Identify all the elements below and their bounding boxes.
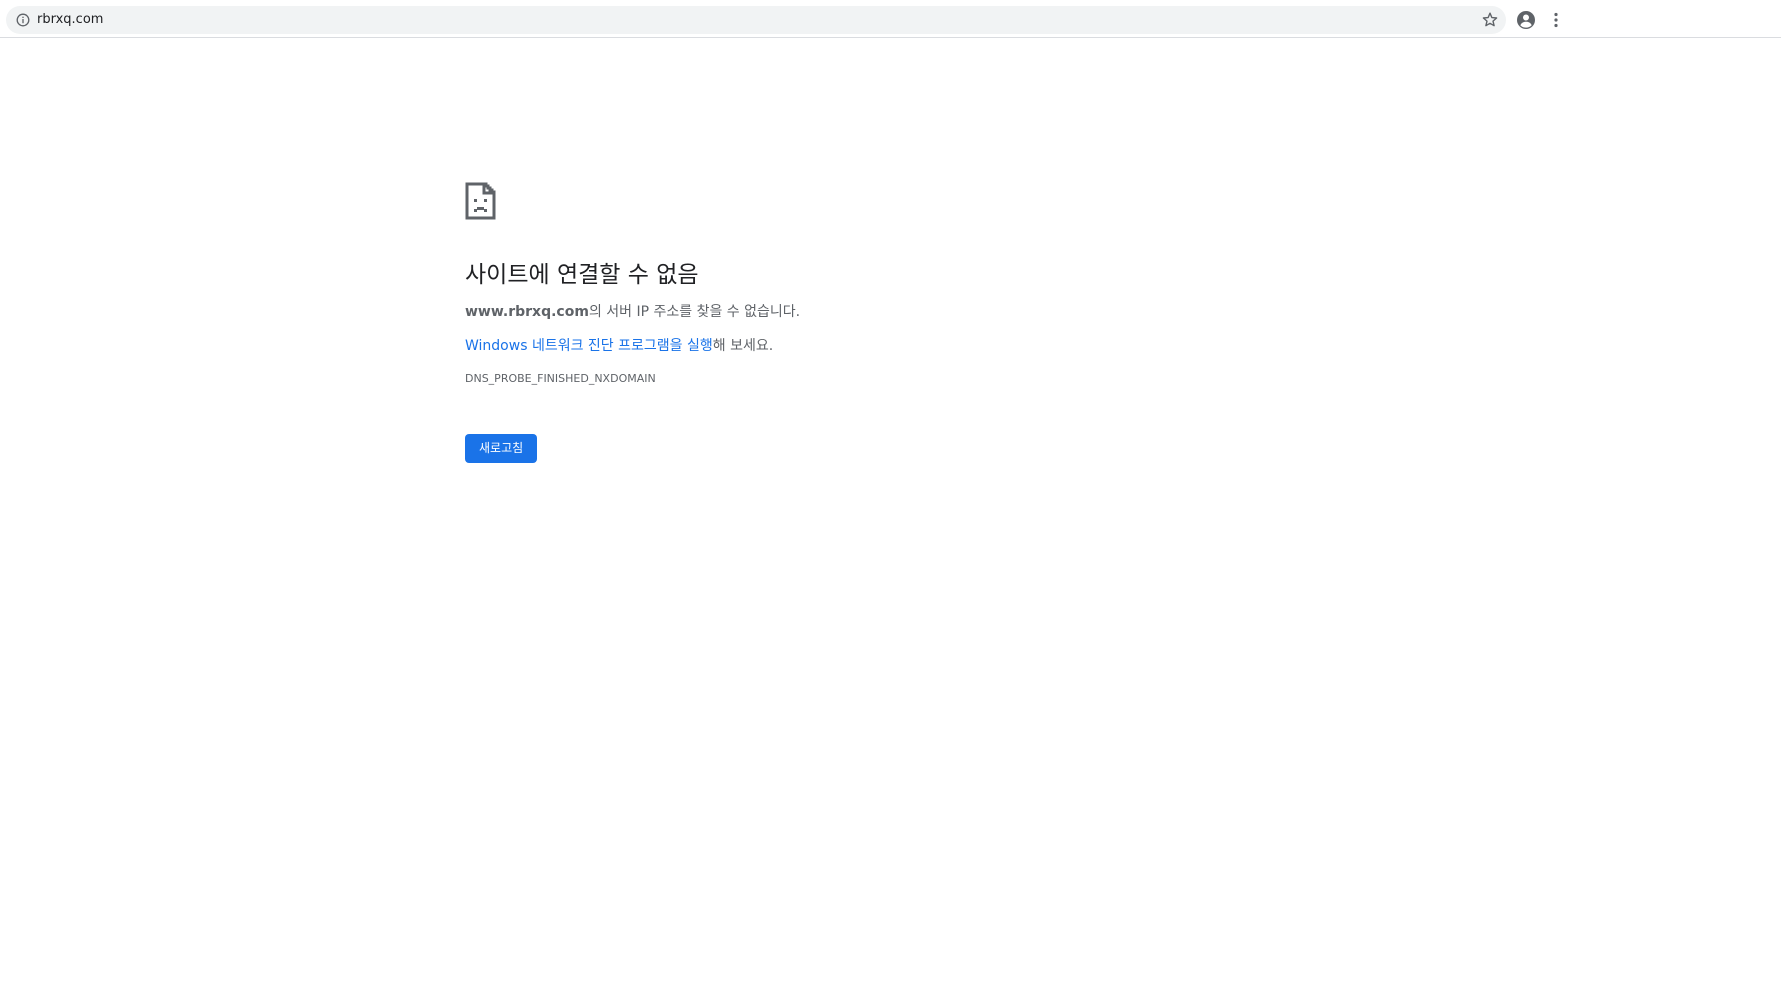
sad-file-icon <box>465 182 496 220</box>
error-description: www.rbrxq.com의 서버 IP 주소를 찾을 수 없습니다. <box>465 302 1065 322</box>
error-host-suffix: 의 서버 IP 주소를 찾을 수 없습니다. <box>588 304 801 320</box>
diagnostics-link[interactable]: Windows 네트워크 진단 프로그램을 실행 <box>465 338 713 354</box>
error-code: DNS_PROBE_FINISHED_NXDOMAIN <box>465 372 656 385</box>
url-text[interactable]: rbrxq.com <box>37 12 103 28</box>
diagnostics-suggestion: Windows 네트워크 진단 프로그램을 실행해 보세요. <box>465 336 1065 356</box>
diagnostics-suffix: 해 보세요. <box>712 338 774 354</box>
address-bar[interactable]: rbrxq.com <box>6 6 1506 34</box>
error-host: www.rbrxq.com <box>465 304 589 320</box>
error-content: 사이트에 연결할 수 없음 www.rbrxq.com의 서버 IP 주소를 찾… <box>465 182 1065 463</box>
error-title: 사이트에 연결할 수 없음 <box>465 262 699 288</box>
star-icon[interactable] <box>1481 11 1499 29</box>
browser-toolbar: rbrxq.com <box>0 0 1781 38</box>
info-icon[interactable] <box>16 13 30 27</box>
reload-button[interactable]: 새로고침 <box>465 434 538 463</box>
menu-icon[interactable] <box>1548 11 1564 29</box>
profile-icon[interactable] <box>1516 10 1536 30</box>
